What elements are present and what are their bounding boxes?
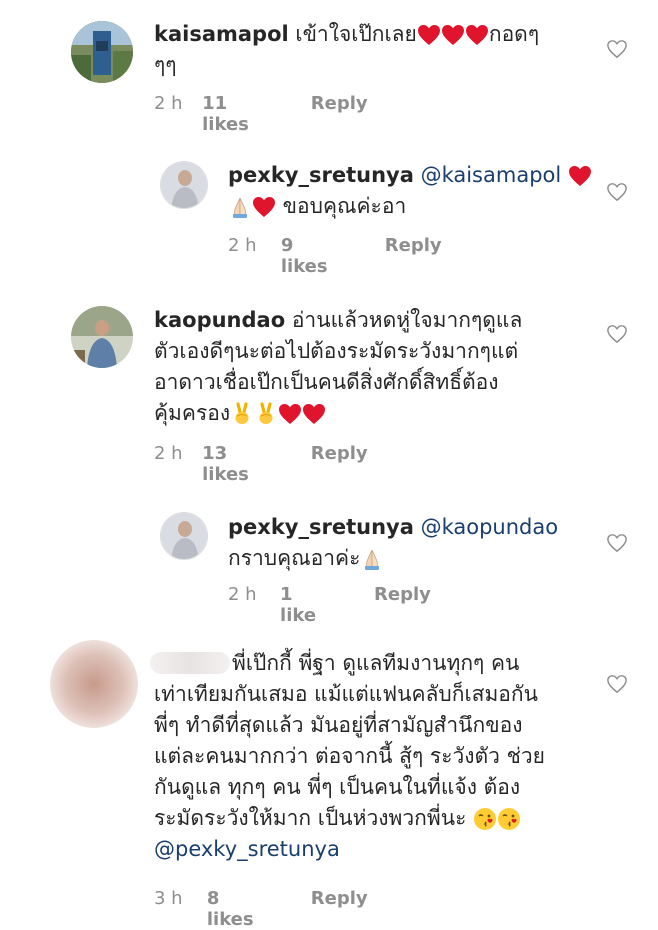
like-heart-icon[interactable] xyxy=(606,182,628,202)
comment-text: พี่ๆ ทำดีที่สุดแล้ว มันอยู่ที่สามัญสำนึก… xyxy=(154,713,523,737)
mention-link[interactable]: @kaisamapol xyxy=(421,163,562,187)
like-heart-icon[interactable] xyxy=(606,533,628,553)
mention-link[interactable]: @kaopundao xyxy=(421,515,559,539)
comment-username[interactable]: kaisamapol xyxy=(154,22,289,46)
comment-text: ๆๆ xyxy=(154,53,177,77)
comment-text: ขอบคุณค่ะอา xyxy=(276,194,407,218)
folded-hands-icon xyxy=(360,547,384,571)
like-heart-icon[interactable] xyxy=(606,674,628,694)
avatar[interactable] xyxy=(160,161,208,209)
red-heart-icon xyxy=(278,403,302,425)
avatar[interactable] xyxy=(160,512,208,560)
comment-username[interactable]: pexky_sretunya xyxy=(228,163,414,187)
kissing-face-icon xyxy=(497,807,521,831)
comment-text: แต่ละคนมากกว่า ต่อจากนี้ สู้ๆ ระวังตัว ช… xyxy=(154,744,545,768)
comment-text: ระมัดระวังให้มาก เป็นห่วงพวกพี่นะ xyxy=(154,806,467,830)
comment-likes[interactable]: 9 likes xyxy=(281,235,337,277)
reply-button[interactable]: Reply xyxy=(374,584,431,626)
comment-likes[interactable]: 8 likes xyxy=(207,888,263,930)
reply-button[interactable]: Reply xyxy=(385,235,442,277)
comment-username[interactable]: kaopundao xyxy=(154,308,285,332)
comment-text: อ่านแล้วหดหู่ใจมากๆดูแล xyxy=(285,308,523,332)
kissing-face-icon xyxy=(473,807,497,831)
red-heart-icon xyxy=(568,165,592,187)
comment-text: กราบคุณอาค่ะ xyxy=(228,546,361,570)
comment-time: 2 h xyxy=(228,584,257,605)
comment-text: อาดาวเชื่อเป๊กเป็นคนดีสิ่งศักดิ์สิทธิ์ต้… xyxy=(154,370,499,394)
red-heart-icon xyxy=(302,403,326,425)
comment-likes[interactable]: 11 likes xyxy=(202,93,263,135)
comment-text: คุ้มครอง xyxy=(154,401,231,425)
comment-text: กอดๆ xyxy=(488,22,540,46)
red-heart-icon xyxy=(465,24,489,46)
comment-text: กันดูแล ทุกๆ คน พี่ๆ เป็นคนในที่แจ้ง ต้อ… xyxy=(154,775,521,799)
comment-username[interactable]: pexky_sretunya xyxy=(228,515,414,539)
comment-text: พี่เป๊กกี้ พี่ฐา ดูแลทีมงานทุกๆ คน xyxy=(232,651,520,675)
comment-time: 2 h xyxy=(154,443,183,464)
comment-text: ตัวเองดีๆนะต่อไปต้องระมัดระวังมากๆแต่ xyxy=(154,339,519,363)
avatar[interactable] xyxy=(71,21,133,83)
comment-time: 2 h xyxy=(228,235,257,256)
reply-button[interactable]: Reply xyxy=(311,443,368,485)
avatar[interactable] xyxy=(71,306,133,368)
victory-hand-icon xyxy=(230,402,254,426)
red-heart-icon xyxy=(417,24,441,46)
reply-button[interactable]: Reply xyxy=(311,888,368,930)
comment-time: 2 h xyxy=(154,93,183,114)
like-heart-icon[interactable] xyxy=(606,324,628,344)
folded-hands-icon xyxy=(228,195,252,219)
like-heart-icon[interactable] xyxy=(606,39,628,59)
reply-button[interactable]: Reply xyxy=(311,93,368,135)
comment-likes[interactable]: 1 like xyxy=(280,584,326,626)
red-heart-icon xyxy=(441,24,465,46)
avatar[interactable] xyxy=(50,640,138,728)
comment-text: เท่าเทียมกันเสมอ แม้แต่แฟนคลับก็เสมอกัน xyxy=(154,682,538,706)
victory-hand-icon xyxy=(254,402,278,426)
comment-text: เข้าใจเป๊กเลย xyxy=(288,22,417,46)
comment-time: 3 h xyxy=(154,888,183,909)
red-heart-icon xyxy=(252,196,276,218)
comment-likes[interactable]: 13 likes xyxy=(202,443,263,485)
mention-link[interactable]: @pexky_sretunya xyxy=(154,837,340,861)
